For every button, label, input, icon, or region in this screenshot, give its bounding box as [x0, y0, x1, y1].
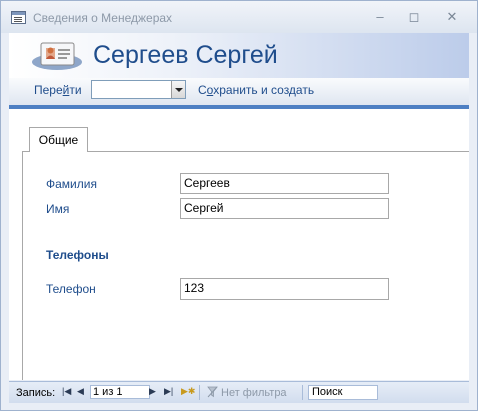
record-label: Запись: [16, 387, 56, 399]
nav-separator [302, 385, 303, 400]
last-name-label: Фамилия [46, 177, 97, 191]
chevron-down-icon[interactable] [171, 81, 185, 98]
goto-label-part: Пере [34, 83, 63, 97]
phone-field[interactable]: 123 [180, 278, 389, 300]
phones-heading: Телефоны [46, 248, 109, 262]
save-label-part: хранить и создать [213, 83, 315, 97]
goto-combobox[interactable] [91, 80, 186, 99]
maximize-button[interactable]: ◻ [401, 7, 427, 27]
phone-label: Телефон [46, 282, 96, 296]
first-name-field[interactable]: Сергей [180, 198, 389, 219]
close-button[interactable]: ✕ [439, 7, 465, 27]
minimize-button[interactable]: – [367, 7, 393, 27]
record-navigation-bar: Запись: |◀ ◀ 1 из 1 ▶ ▶| ▶✱ Нет фильтра … [9, 381, 469, 403]
contact-card-icon [32, 42, 82, 70]
no-filter-icon [207, 386, 218, 398]
form-body: Общие Фамилия Сергеев Имя Сергей Телефон… [9, 109, 469, 380]
title-bar[interactable]: Сведения о Менеджерах – ◻ ✕ [1, 1, 477, 33]
page-title: Сергеев Сергей [93, 41, 278, 69]
record-position-field[interactable]: 1 из 1 [90, 385, 150, 399]
tab-panel-general: Фамилия Сергеев Имя Сергей Телефоны Теле… [22, 151, 469, 380]
nav-separator [199, 385, 200, 400]
save-label-part: С [198, 83, 207, 97]
save-and-new-button[interactable]: Сохранить и создать [198, 83, 314, 97]
previous-record-icon[interactable]: ◀ [77, 386, 84, 397]
new-record-icon[interactable]: ▶✱ [181, 386, 195, 397]
goto-label: Перейти [34, 83, 82, 97]
last-name-field[interactable]: Сергеев [180, 173, 389, 194]
no-filter-button[interactable]: Нет фильтра [221, 387, 287, 399]
last-record-icon[interactable]: ▶| [164, 386, 173, 397]
form-toolbar: Перейти Сохранить и создать [9, 78, 469, 105]
search-input[interactable]: Поиск [308, 385, 378, 400]
tab-general[interactable]: Общие [29, 127, 88, 152]
form-header: Сергеев Сергей [9, 33, 469, 78]
window-title: Сведения о Менеджерах [33, 11, 173, 25]
form-icon [11, 11, 26, 24]
goto-label-part: ти [69, 83, 82, 97]
next-record-icon[interactable]: ▶ [149, 386, 156, 397]
first-record-icon[interactable]: |◀ [62, 386, 71, 397]
first-name-label: Имя [46, 202, 70, 216]
form-window: Сведения о Менеджерах – ◻ ✕ Сергеев Серг… [0, 0, 478, 411]
